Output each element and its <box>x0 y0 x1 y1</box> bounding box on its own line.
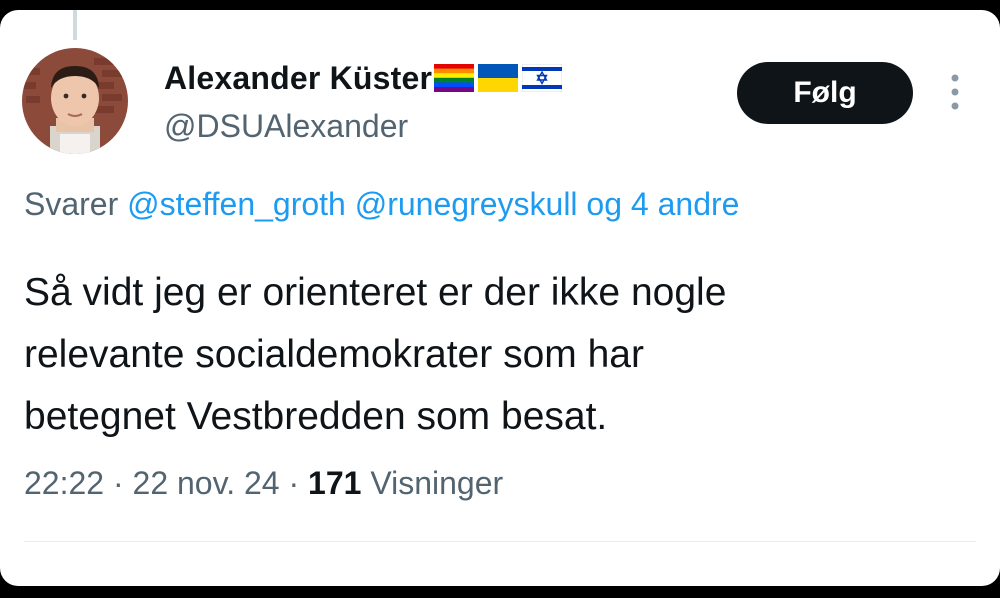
author-display-name[interactable]: Alexander Küster <box>164 60 432 97</box>
tweet-meta: 22:22 · 22 nov. 24 · 171 Visninger <box>24 465 503 502</box>
more-options-button[interactable] <box>940 70 970 114</box>
views-label: Visninger <box>370 465 504 501</box>
author-flags <box>434 64 566 92</box>
reply-context: Svarer @steffen_groth @runegreyskull og … <box>24 186 739 223</box>
reply-prefix: Svarer <box>24 186 119 222</box>
tweet-date[interactable]: 22 nov. 24 <box>133 465 280 501</box>
reply-mention-steffen-groth[interactable]: @steffen_groth <box>127 186 346 222</box>
meta-separator: · <box>288 465 300 501</box>
author-handle[interactable]: @DSUAlexander <box>164 108 408 145</box>
more-vertical-icon <box>951 74 959 110</box>
avatar[interactable] <box>22 48 128 154</box>
divider <box>24 541 976 542</box>
reply-others-link[interactable]: og 4 andre <box>586 186 739 222</box>
meta-separator: · <box>112 465 124 501</box>
israel-flag-icon <box>522 64 563 92</box>
thread-connector-line <box>73 10 77 40</box>
tweet-text: Så vidt jeg er orienteret er der ikke no… <box>24 262 974 448</box>
tweet-text-line: relevante socialdemokrater som har <box>24 333 644 376</box>
tweet-time[interactable]: 22:22 <box>24 465 104 501</box>
ukraine-flag-icon <box>478 64 519 92</box>
rainbow-flag-icon <box>434 64 475 92</box>
follow-button[interactable]: Følg <box>737 62 913 124</box>
author-name-row[interactable]: Alexander Küster <box>164 56 566 100</box>
tweet-card: Alexander Küster @DSUAlexander Følg Svar… <box>0 10 1000 586</box>
tweet-text-line: betegnet Vestbredden som besat. <box>24 395 608 438</box>
views-count: 171 <box>308 465 362 501</box>
avatar-photo <box>22 48 128 154</box>
reply-mention-runegreyskull[interactable]: @runegreyskull <box>355 186 578 222</box>
tweet-text-line: Så vidt jeg er orienteret er der ikke no… <box>24 271 727 314</box>
